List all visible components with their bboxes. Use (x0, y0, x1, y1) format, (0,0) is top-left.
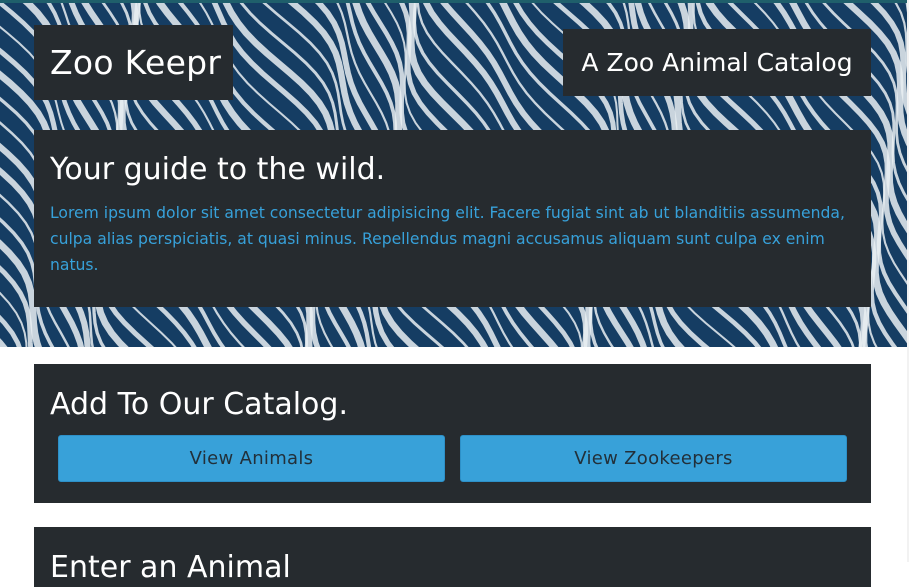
catalog-panel: Add To Our Catalog. View Animals View Zo… (34, 364, 871, 503)
intro-text: Lorem ipsum dolor sit amet consectetur a… (50, 204, 845, 274)
view-zookeepers-button[interactable]: View Zookeepers (460, 435, 847, 482)
brand-logo[interactable]: Zoo Keepr (34, 25, 233, 100)
catalog-button-row: View Animals View Zookeepers (58, 435, 847, 482)
view-animals-button[interactable]: View Animals (58, 435, 445, 482)
site-subtitle: A Zoo Animal Catalog (581, 48, 853, 77)
intro-heading: Your guide to the wild. (50, 152, 386, 187)
site-subtitle-box: A Zoo Animal Catalog (563, 29, 871, 96)
enter-animal-panel: Enter an Animal (34, 527, 871, 587)
catalog-heading: Add To Our Catalog. (50, 387, 348, 422)
brand-title[interactable]: Zoo Keepr (50, 43, 221, 82)
intro-panel: Your guide to the wild. Lorem ipsum dolo… (34, 130, 871, 307)
enter-animal-heading: Enter an Animal (50, 550, 291, 585)
